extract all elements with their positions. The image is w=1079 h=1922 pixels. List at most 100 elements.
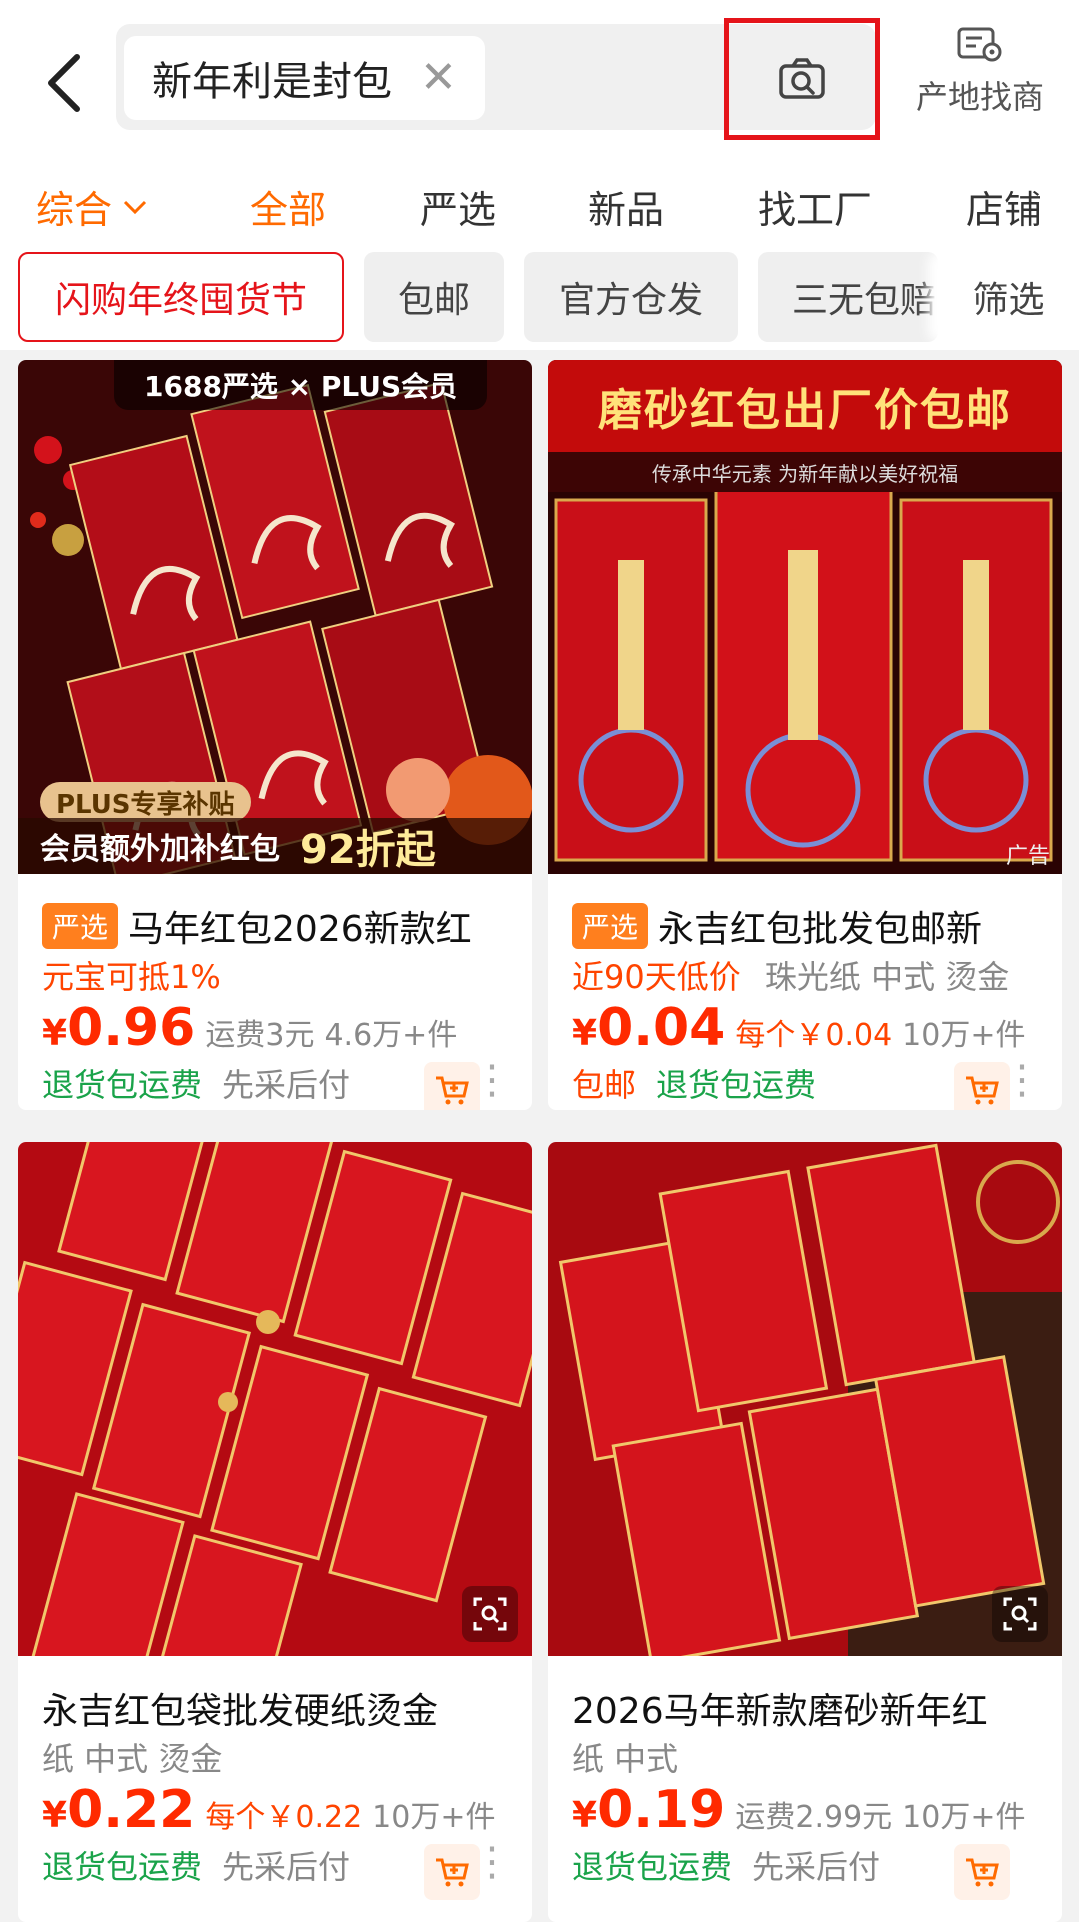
product-attributes: 珠光纸 中式 烫金: [764, 958, 1010, 996]
more-icon[interactable]: ⋮: [472, 1842, 512, 1882]
product-card[interactable]: 磨砂红包出厂价包邮 传承中华元素 为新年献以美好祝福 广告 严选 永吉红包批发包…: [548, 360, 1062, 1110]
camera-search-button[interactable]: [724, 18, 880, 140]
more-icon[interactable]: ⋮: [472, 1060, 512, 1100]
close-icon[interactable]: ✕: [420, 56, 457, 100]
more-icon[interactable]: ⋮: [1002, 1060, 1042, 1100]
product-image[interactable]: 1688严选 × PLUS会员 PLUS专享补贴 会员额外加补红包 92折起: [18, 360, 532, 874]
product-title: 严选 马年红包2026新款红: [42, 900, 517, 952]
selected-tag: 严选: [572, 903, 649, 949]
price: ¥0.96: [42, 998, 196, 1058]
badge-row: 退货包运费 先采后付: [42, 1842, 350, 1888]
scan-search-icon: [473, 1597, 507, 1631]
price-row: ¥0.22 每个￥0.22 10万+件: [42, 1780, 495, 1840]
product-banner-top: 1688严选 × PLUS会员: [114, 360, 488, 410]
product-banner-sub: 传承中华元素 为新年献以美好祝福: [548, 452, 1062, 492]
tab-factory[interactable]: 找工厂: [758, 179, 872, 234]
filter-chips: 闪购年终囤货节 包邮 官方仓发 三无包赔 筛选: [0, 250, 1079, 350]
product-subtitle: 元宝可抵1%: [42, 952, 235, 998]
shipping-fee: 运费3元: [205, 1018, 315, 1053]
cart-icon: [436, 1076, 469, 1105]
product-highlight: 元宝可抵1%: [42, 958, 221, 996]
chevron-down-icon: [123, 200, 147, 214]
search-query-chip[interactable]: 新年利是封包 ✕: [124, 36, 485, 120]
product-card[interactable]: 2026马年新款磨砂新年红 纸 中式 ¥0.19 运费2.99元 10万+件 退…: [548, 1142, 1062, 1922]
sold-count: 10万+件: [902, 1800, 1026, 1835]
unit-price: 每个￥0.04: [735, 1018, 893, 1053]
price: ¥0.04: [572, 998, 726, 1058]
product-subtitle: 近90天低价 珠光纸 中式 烫金: [572, 952, 1009, 998]
pay-later-badge: 先采后付: [222, 1066, 351, 1104]
back-button[interactable]: [30, 40, 100, 125]
price-row: ¥0.19 运费2.99元 10万+件: [572, 1780, 1025, 1840]
sold-count: 4.6万+件: [324, 1018, 458, 1053]
product-attributes: 纸 中式: [572, 1740, 679, 1778]
tab-all[interactable]: 全部: [250, 179, 326, 234]
product-title: 永吉红包袋批发硬纸烫金: [42, 1682, 517, 1734]
badge-row: 退货包运费 先采后付: [42, 1060, 350, 1106]
product-highlight: 近90天低价: [572, 958, 741, 996]
top-bar: 新年利是封包 ✕ 产地找商: [0, 0, 1079, 165]
add-to-cart-button[interactable]: [954, 1844, 1010, 1900]
cart-icon: [966, 1076, 999, 1105]
sold-count: 10万+件: [902, 1018, 1026, 1053]
return-badge: 退货包运费: [572, 1848, 733, 1886]
ad-tag: 广告: [1005, 844, 1050, 869]
product-subtitle: 纸 中式: [572, 1734, 678, 1780]
sort-tabs: 综合 全部 严选 新品 找工厂 店铺: [0, 165, 1079, 250]
chevron-left-icon: [48, 53, 80, 112]
search-box[interactable]: 新年利是封包 ✕: [116, 18, 880, 140]
filter-official-warehouse[interactable]: 官方仓发: [524, 252, 738, 342]
product-title-text: 马年红包2026新款红: [128, 909, 472, 950]
tab-comprehensive[interactable]: 综合: [36, 179, 148, 234]
scan-search-icon: [1003, 1597, 1037, 1631]
free-shipping-badge: 包邮: [572, 1066, 637, 1104]
product-banner: 磨砂红包出厂价包邮: [548, 360, 1062, 452]
price: ¥0.19: [572, 1780, 726, 1840]
search-query-text: 新年利是封包: [152, 59, 392, 105]
selected-tag: 严选: [42, 903, 119, 949]
badge-row: 退货包运费 先采后付: [572, 1842, 880, 1888]
plus-badge: PLUS专享补贴: [40, 782, 251, 822]
price-row: ¥0.04 每个￥0.04 10万+件: [572, 998, 1025, 1058]
cart-icon: [966, 1858, 999, 1887]
badge-row: 包邮 退货包运费: [572, 1060, 816, 1106]
filter-button[interactable]: 筛选: [938, 252, 1079, 342]
product-title-text: 永吉红包批发包邮新: [658, 909, 983, 950]
price: ¥0.22: [42, 1780, 196, 1840]
product-attributes: 纸 中式 烫金: [42, 1740, 223, 1778]
product-card[interactable]: 永吉红包袋批发硬纸烫金 纸 中式 烫金 ¥0.22 每个￥0.22 10万+件 …: [18, 1142, 532, 1922]
product-image[interactable]: 磨砂红包出厂价包邮 传承中华元素 为新年献以美好祝福 广告: [548, 360, 1062, 874]
camera-search-icon: [779, 58, 825, 99]
price-row: ¥0.96 运费3元 4.6万+件: [42, 998, 457, 1058]
shipping-fee: 运费2.99元: [735, 1800, 893, 1835]
image-search-button[interactable]: [462, 1586, 518, 1642]
origin-finder-button[interactable]: 产地找商: [900, 26, 1060, 126]
cart-icon: [436, 1858, 469, 1887]
product-title-text: 永吉红包袋批发硬纸烫金: [42, 1691, 439, 1732]
product-title-text: 2026马年新款磨砂新年红: [572, 1691, 988, 1732]
product-photo-red-envelopes: [18, 1142, 532, 1656]
product-subtitle: 纸 中式 烫金: [42, 1734, 222, 1780]
tab-shops[interactable]: 店铺: [966, 179, 1042, 234]
unit-price: 每个￥0.22: [205, 1800, 363, 1835]
return-badge: 退货包运费: [42, 1066, 203, 1104]
product-image[interactable]: [18, 1142, 532, 1656]
tab-label: 综合: [36, 188, 113, 232]
filter-promo[interactable]: 闪购年终囤货节: [18, 252, 344, 342]
product-title: 2026马年新款磨砂新年红: [572, 1682, 1047, 1734]
filter-free-shipping[interactable]: 包邮: [364, 252, 504, 342]
tab-selected[interactable]: 严选: [420, 179, 496, 234]
plus-bar: 会员额外加补红包 92折起: [18, 818, 532, 874]
product-title: 严选 永吉红包批发包邮新: [572, 900, 1047, 952]
product-image[interactable]: [548, 1142, 1062, 1656]
tab-new[interactable]: 新品: [588, 179, 664, 234]
product-card[interactable]: 1688严选 × PLUS会员 PLUS专享补贴 会员额外加补红包 92折起 严…: [18, 360, 532, 1110]
sold-count: 10万+件: [372, 1800, 496, 1835]
product-photo-red-envelopes: [548, 1142, 1062, 1656]
filter-guarantee[interactable]: 三无包赔: [758, 252, 938, 342]
image-search-button[interactable]: [992, 1586, 1048, 1642]
pay-later-badge: 先采后付: [752, 1848, 881, 1886]
plus-discount: 92折起: [300, 827, 436, 873]
pay-later-badge: 先采后付: [222, 1848, 351, 1886]
origin-label: 产地找商: [915, 78, 1044, 116]
